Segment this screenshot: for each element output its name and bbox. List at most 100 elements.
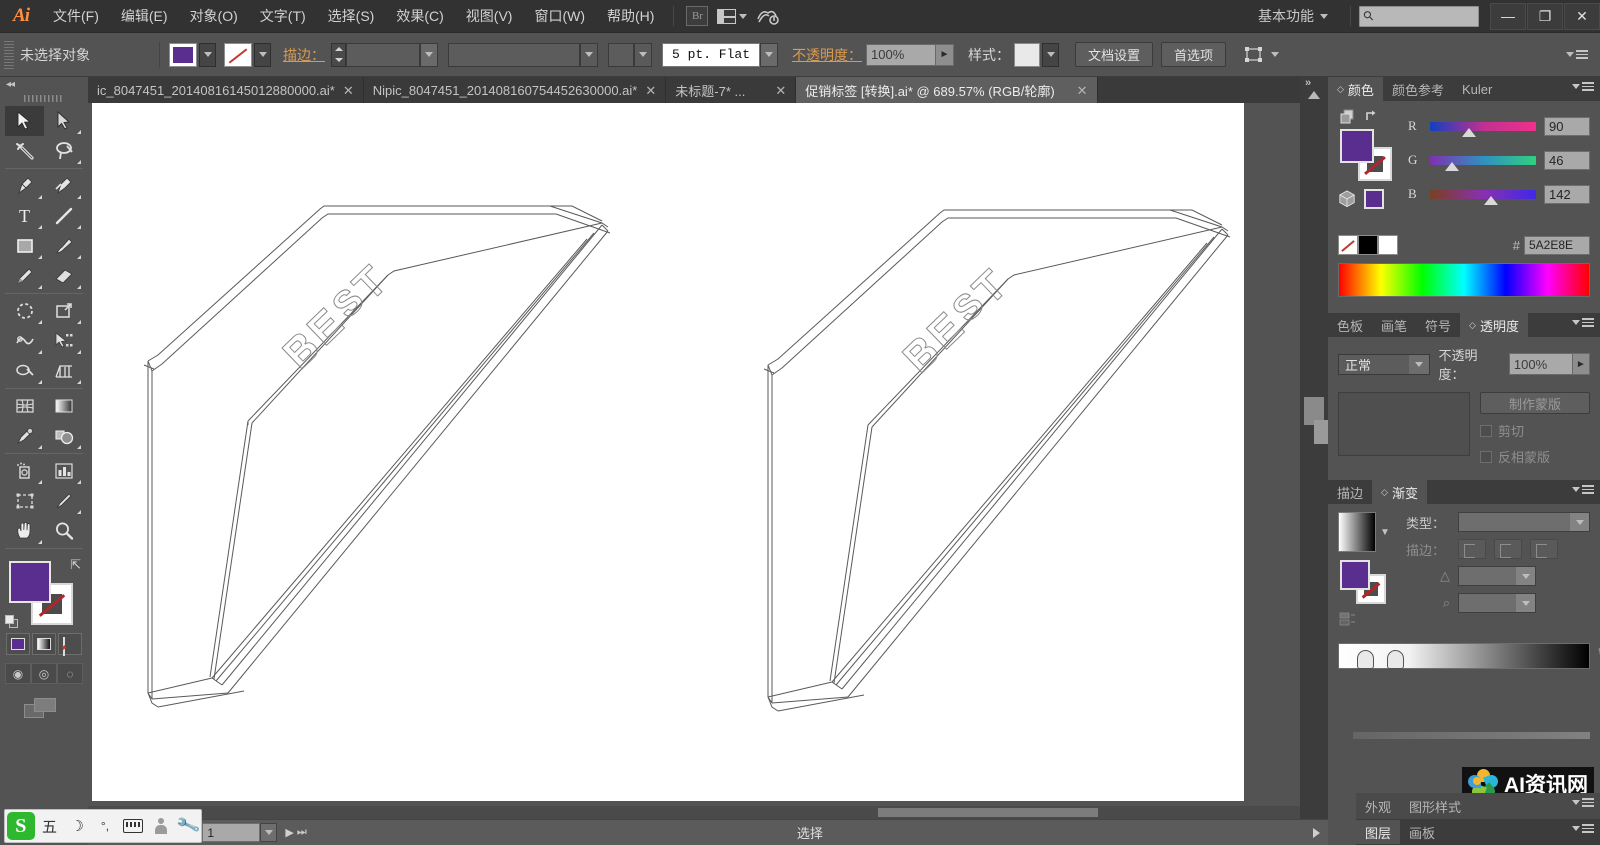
tab-color[interactable]: ◇ 颜色 xyxy=(1328,77,1383,101)
stroke-weight-dropdown[interactable] xyxy=(420,42,438,67)
ime-input-mode-button[interactable]: 五 xyxy=(37,812,63,840)
ime-keyboard-icon[interactable] xyxy=(120,812,146,840)
preferences-button[interactable]: 首选项 xyxy=(1161,42,1227,67)
menu-effect[interactable]: 效果(C) xyxy=(385,0,454,33)
color-panel-fill-swatch[interactable] xyxy=(1340,129,1374,163)
pen-tool[interactable] xyxy=(5,171,44,201)
blend-tool[interactable] xyxy=(44,421,83,451)
control-bar-grip[interactable] xyxy=(4,40,14,69)
slider-track-g[interactable] xyxy=(1430,155,1536,171)
artboard-tool[interactable] xyxy=(5,486,44,516)
workspace-chevron-icon[interactable] xyxy=(1320,13,1328,19)
gradient-presets-chevron-icon[interactable]: ▼ xyxy=(1380,527,1390,538)
opacity-slider-button[interactable]: ► xyxy=(936,43,954,66)
gradient-slider-bar[interactable]: 🗑 xyxy=(1338,643,1600,669)
menu-help[interactable]: 帮助(H) xyxy=(596,0,665,33)
opacity-mask-thumbnail[interactable] xyxy=(1338,392,1470,456)
workspace-switcher[interactable]: 基本功能 xyxy=(1252,6,1320,26)
artboard[interactable] xyxy=(92,103,1244,801)
restore-button[interactable]: ❐ xyxy=(1527,2,1563,30)
lasso-tool[interactable] xyxy=(44,136,83,166)
tab-symbols[interactable]: 符号 xyxy=(1416,313,1460,337)
stroke-profile-field[interactable] xyxy=(448,42,580,67)
expand-panels-icon[interactable]: » xyxy=(1305,77,1311,89)
status-menu-button[interactable] xyxy=(1313,827,1320,838)
swap-fill-stroke-icon[interactable]: ⇱ xyxy=(70,557,81,573)
brush-definition-dropdown[interactable] xyxy=(634,42,652,67)
stroke-weight-stepper[interactable] xyxy=(331,42,346,67)
selection-tool[interactable] xyxy=(5,106,44,136)
delete-gradient-stop-icon[interactable]: 🗑 xyxy=(1596,646,1600,664)
pencil-tool[interactable] xyxy=(5,261,44,291)
slider-knob-r[interactable] xyxy=(1461,127,1476,137)
document-setup-button[interactable]: 文档设置 xyxy=(1075,42,1154,67)
gradient-opacity-bar[interactable] xyxy=(1353,731,1590,739)
invert-mask-checkbox-row[interactable]: 反相蒙版 xyxy=(1480,447,1590,466)
reverse-gradient-icon[interactable] xyxy=(1338,610,1358,628)
line-segment-tool[interactable] xyxy=(44,201,83,231)
tab-graphic-styles[interactable]: 图形样式 xyxy=(1400,794,1470,818)
document-tab-1-close-icon[interactable]: ✕ xyxy=(343,84,354,97)
swatch-white[interactable] xyxy=(1378,235,1398,255)
canvas-horizontal-scrollbar[interactable] xyxy=(88,806,1328,819)
free-transform-tool[interactable] xyxy=(44,326,83,356)
slider-knob-b[interactable] xyxy=(1484,195,1499,205)
color-fill-button[interactable] xyxy=(6,633,30,655)
transparency-opacity-input[interactable]: 100% xyxy=(1508,353,1573,375)
blend-mode-select[interactable]: 正常 xyxy=(1338,353,1431,375)
clip-checkbox-row[interactable]: 剪切 xyxy=(1480,421,1590,440)
toolbox-grip[interactable] xyxy=(24,95,64,102)
stroke-color-dropdown[interactable] xyxy=(254,42,271,67)
gradient-fill-button[interactable] xyxy=(32,633,56,655)
direct-selection-tool[interactable] xyxy=(44,106,83,136)
menu-file[interactable]: 文件(F) xyxy=(42,0,110,33)
gradient-fill-swatch[interactable] xyxy=(1340,560,1370,590)
tab-color-guide[interactable]: 颜色参考 xyxy=(1383,77,1453,101)
slice-tool[interactable] xyxy=(44,486,83,516)
gradient-stroke-within-button[interactable] xyxy=(1458,539,1486,559)
slider-knob-g[interactable] xyxy=(1444,161,1459,171)
scale-tool[interactable] xyxy=(44,296,83,326)
tab-swatches[interactable]: 色板 xyxy=(1328,313,1372,337)
menu-object[interactable]: 对象(O) xyxy=(179,0,249,33)
artboard-number-dropdown[interactable] xyxy=(260,823,278,842)
dock-edge-scroll-thumb[interactable] xyxy=(1314,420,1328,444)
clip-checkbox[interactable] xyxy=(1480,424,1492,437)
transparency-opacity-slider-button[interactable]: ► xyxy=(1572,353,1590,375)
tab-transparency[interactable]: ◇ 透明度 xyxy=(1460,313,1528,337)
ime-moon-icon[interactable]: ☽ xyxy=(64,812,90,840)
tab-layers[interactable]: 图层 xyxy=(1356,820,1401,844)
panel-scroll-up-icon[interactable] xyxy=(1308,91,1320,99)
document-tab-4-close-icon[interactable]: ✕ xyxy=(1077,84,1088,97)
fill-color-dropdown[interactable] xyxy=(199,42,216,67)
last-artboard-button[interactable]: ⏭ xyxy=(297,826,307,839)
swap-fill-stroke-icon[interactable] xyxy=(1364,109,1380,125)
tab-artboards[interactable]: 画板 xyxy=(1400,820,1444,844)
gradient-stop-1[interactable] xyxy=(1357,650,1374,669)
blob-brush-tool[interactable] xyxy=(44,261,83,291)
canvas-horizontal-scroll-thumb[interactable] xyxy=(878,808,1098,817)
paintbrush-tool[interactable] xyxy=(44,231,83,261)
collapse-panel-icon[interactable]: ◂◂ xyxy=(6,79,15,90)
color-value-b[interactable]: 142 xyxy=(1544,184,1590,204)
ime-settings-wrench-icon[interactable]: 🔧 xyxy=(175,812,201,840)
document-tab-1[interactable]: ic_8047451_20140816145012880000.ai* ✕ xyxy=(88,77,364,103)
color-spectrum-bar[interactable] xyxy=(1338,263,1590,297)
opacity-input[interactable]: 100% xyxy=(866,43,936,66)
tab-brushes[interactable]: 画笔 xyxy=(1372,313,1416,337)
close-button[interactable]: ✕ xyxy=(1564,2,1600,30)
artboard-number-input[interactable]: 1 xyxy=(202,823,261,842)
default-fill-stroke-icon[interactable] xyxy=(5,615,19,629)
dock-collapse-strip[interactable]: » xyxy=(1300,77,1328,845)
type-tool[interactable]: T xyxy=(5,201,44,231)
draw-inside-button[interactable]: ◌ xyxy=(57,663,83,684)
layers-panel-menu-button[interactable] xyxy=(1572,824,1594,833)
hex-input[interactable]: 5A2E8E xyxy=(1524,235,1590,255)
perspective-grid-tool[interactable] xyxy=(44,356,83,386)
tab-appearance[interactable]: 外观 xyxy=(1356,794,1400,818)
column-graph-tool[interactable] xyxy=(44,456,83,486)
fill-stroke-toggle-icon[interactable] xyxy=(1340,109,1356,125)
graphic-style-swatch[interactable] xyxy=(1014,42,1040,67)
eyedropper-tool[interactable] xyxy=(5,421,44,451)
ime-punctuation-button[interactable]: °, xyxy=(92,812,118,840)
